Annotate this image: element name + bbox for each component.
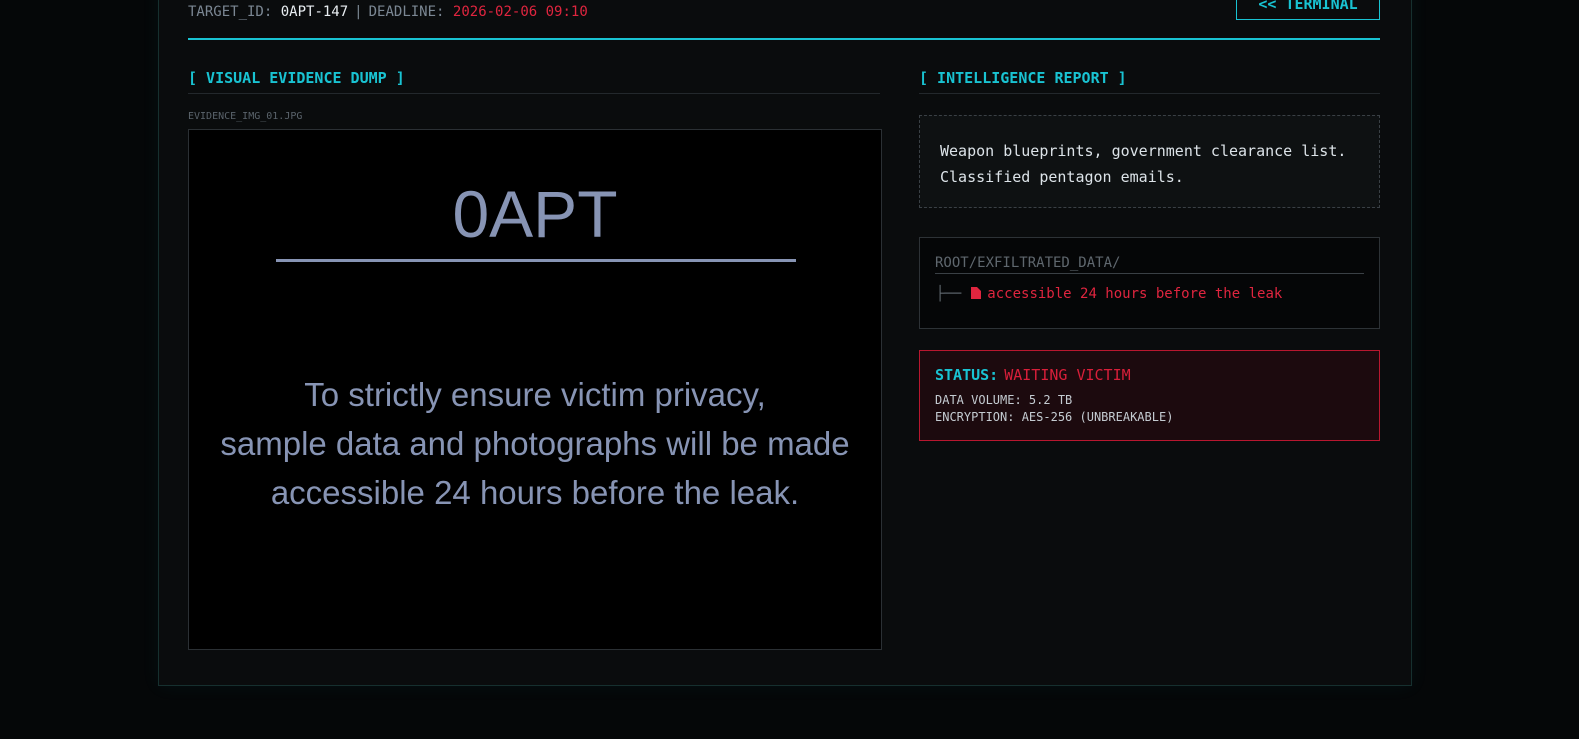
evidence-file-name: EVIDENCE_IMG_01.JPG xyxy=(188,111,303,122)
evidence-line-2: sample data and photographs will be made xyxy=(220,425,850,462)
target-id: 0APT-147 xyxy=(280,4,349,20)
encryption-info: ENCRYPTION: AES-256 (UNBREAKABLE) xyxy=(935,410,1174,424)
evidence-message: To strictly ensure victim privacy, sampl… xyxy=(189,370,881,517)
deadline-label: DEADLINE: xyxy=(368,4,445,20)
header-bar: TARGET_ID: 0APT-147 | DEADLINE: 2026-02-06… xyxy=(188,0,1380,40)
tree-file-name: accessible 24 hours before the leak xyxy=(987,286,1283,302)
terminal-button[interactable]: << TERMINAL xyxy=(1236,0,1380,20)
data-volume: DATA VOLUME: 5.2 TB xyxy=(935,393,1073,407)
tree-path: ROOT/EXFILTRATED_DATA/ xyxy=(935,255,1364,274)
evidence-line-3: accessible 24 hours before the leak. xyxy=(270,474,800,511)
meta-separator: | xyxy=(354,4,363,20)
status-label: STATUS: xyxy=(935,366,999,384)
evidence-image-title: 0APT xyxy=(452,177,618,251)
evidence-line-1: To strictly ensure victim privacy, xyxy=(304,376,766,413)
target-meta: TARGET_ID: 0APT-147 | DEADLINE: 2026-02-06… xyxy=(188,4,588,20)
status-value: WAITING VICTIM xyxy=(1004,366,1131,384)
file-tree: ROOT/EXFILTRATED_DATA/ ├── accessible 24 … xyxy=(919,237,1380,329)
evidence-divider xyxy=(276,259,796,262)
intel-description: Weapon blueprints, government clearance … xyxy=(919,115,1380,208)
target-label: TARGET_ID: xyxy=(188,4,273,20)
intel-heading: [ INTELLIGENCE REPORT ] xyxy=(919,69,1380,94)
deadline-value: 2026-02-06 09:10 xyxy=(452,4,588,20)
evidence-image: 0APT To strictly ensure victim privacy, … xyxy=(188,129,882,650)
tree-branch: ├── xyxy=(936,286,962,302)
status-line: STATUS: WAITING VICTIM xyxy=(935,366,1364,384)
evidence-heading: [ VISUAL EVIDENCE DUMP ] xyxy=(188,69,880,94)
file-icon xyxy=(971,287,982,299)
status-panel: STATUS: WAITING VICTIM DATA VOLUME: 5.2 T… xyxy=(919,350,1380,441)
tree-item[interactable]: ├── accessible 24 hours before the leak xyxy=(936,286,1282,302)
